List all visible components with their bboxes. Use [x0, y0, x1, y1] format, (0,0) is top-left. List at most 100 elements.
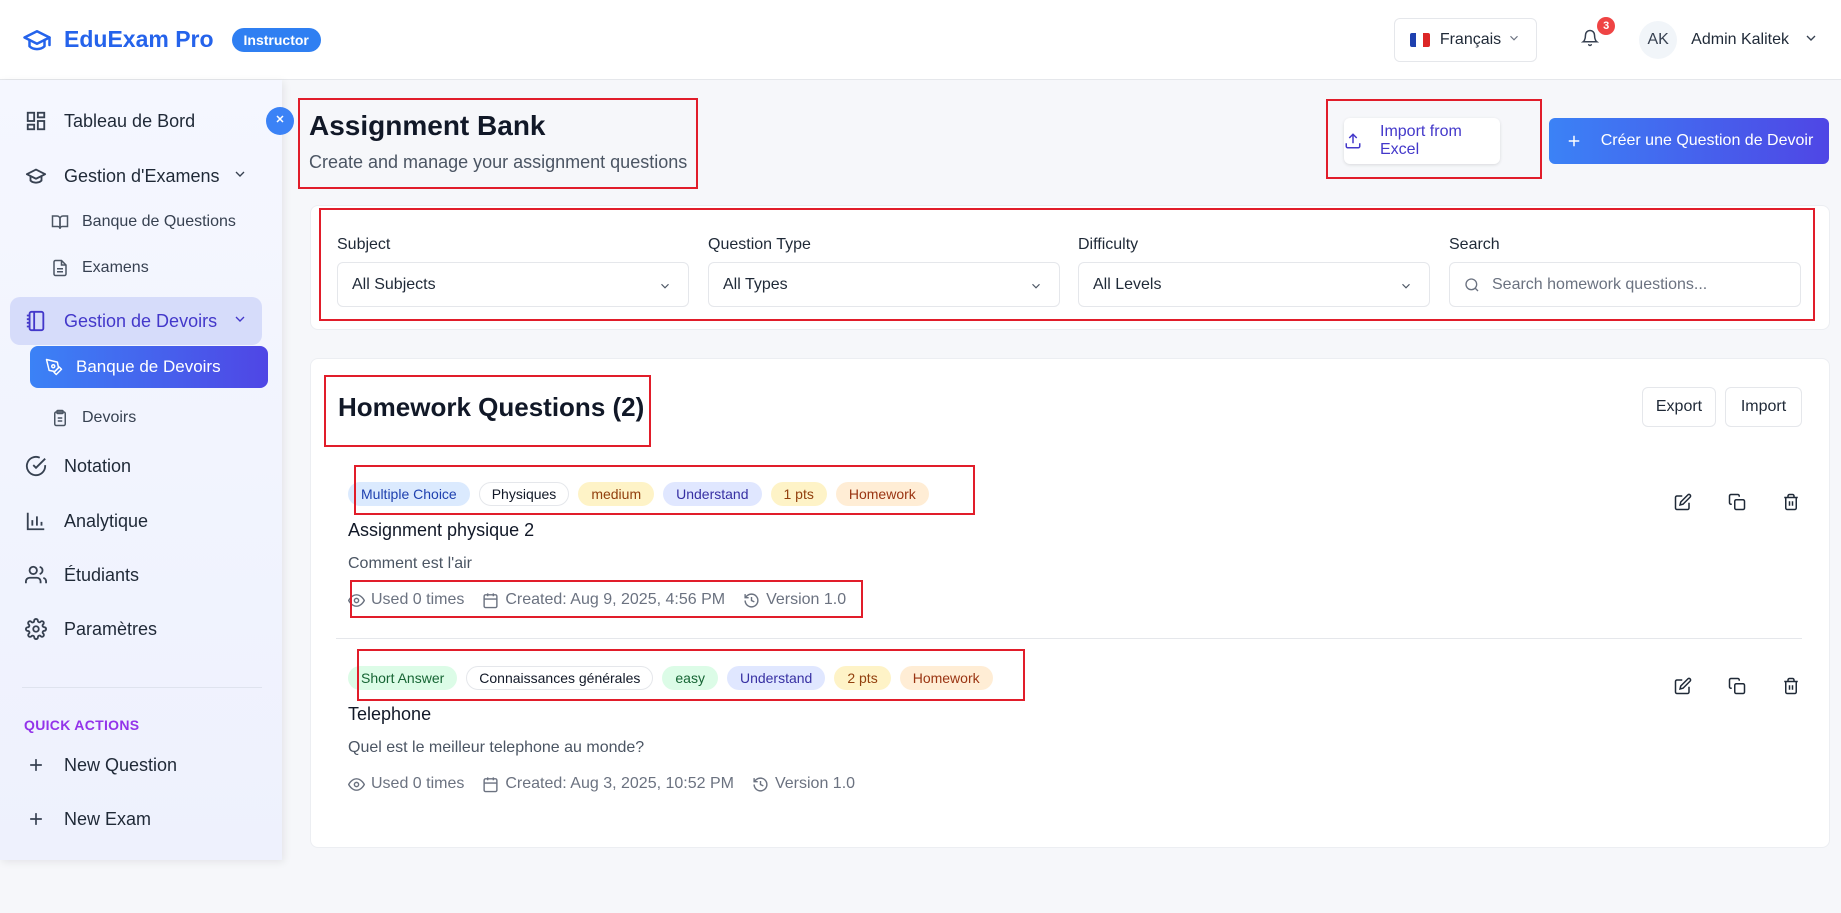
pen-tool-icon	[44, 357, 64, 377]
difficulty-badge: medium	[578, 482, 655, 506]
question-meta: Used 0 times Created: Aug 9, 2025, 4:56 …	[348, 591, 864, 609]
created-date: Created: Aug 3, 2025, 10:52 PM	[482, 775, 734, 793]
quick-action-new-exam[interactable]: New Exam	[10, 795, 262, 843]
quick-actions-title: QUICK ACTIONS	[24, 717, 140, 733]
brand[interactable]: EduExam Pro Instructor	[20, 25, 321, 55]
sidebar-item-homeworks[interactable]: Devoirs	[40, 399, 268, 437]
import-button[interactable]: Import	[1725, 387, 1802, 427]
sidebar-item-label: Gestion d'Examens	[64, 165, 220, 186]
edit-icon[interactable]	[1673, 492, 1693, 512]
divider	[336, 638, 1802, 639]
chevron-down-icon	[658, 279, 672, 298]
subject-badge: Connaissances générales	[466, 666, 654, 690]
quick-action-new-question[interactable]: New Question	[10, 741, 262, 789]
graduation-cap-icon	[24, 164, 48, 188]
avatar[interactable]: AK	[1639, 21, 1678, 59]
sidebar-item-dashboard[interactable]: Tableau de Bord	[10, 97, 262, 145]
sidebar: Tableau de Bord Gestion d'Examens Banque…	[0, 80, 282, 860]
top-bar: EduExam Pro Instructor Français 3 AK Adm…	[0, 0, 1841, 80]
chevron-down-icon	[1029, 279, 1043, 298]
search-filter: Search Search homework questions...	[1449, 236, 1801, 307]
usage-count: Used 0 times	[348, 591, 464, 609]
eye-icon	[348, 592, 365, 609]
sidebar-item-label: Notation	[64, 455, 132, 476]
sidebar-item-students[interactable]: Étudiants	[10, 551, 262, 599]
trash-icon[interactable]	[1781, 492, 1801, 512]
usage-count: Used 0 times	[348, 775, 464, 793]
difficulty-select-value: All Levels	[1093, 275, 1162, 293]
page-title: Assignment Bank	[309, 110, 546, 141]
dashboard-icon	[24, 109, 48, 133]
users-icon	[24, 563, 48, 587]
trash-icon[interactable]	[1781, 676, 1801, 696]
subject-badge: Physiques	[478, 482, 570, 506]
chevron-down-icon	[1399, 279, 1413, 298]
question-description: Comment est l'air	[348, 555, 472, 572]
chevron-down-icon[interactable]	[1803, 30, 1819, 51]
notifications-button[interactable]: 3	[1575, 17, 1616, 55]
app-name: EduExam Pro	[64, 26, 214, 52]
question-description: Quel est le meilleur telephone au monde?	[348, 739, 645, 756]
eye-icon	[348, 776, 365, 793]
search-placeholder: Search homework questions...	[1492, 275, 1708, 293]
version: Version 1.0	[743, 591, 846, 609]
version: Version 1.0	[752, 775, 855, 793]
bell-icon	[1580, 29, 1600, 52]
graduation-cap-logo-icon	[20, 25, 54, 55]
question-actions	[1673, 676, 1801, 696]
sidebar-item-homework-management[interactable]: Gestion de Devoirs	[10, 297, 262, 345]
quick-action-label: New Exam	[64, 808, 152, 829]
sidebar-item-analytics[interactable]: Analytique	[10, 497, 262, 545]
sidebar-item-label: Tableau de Bord	[64, 110, 196, 131]
sidebar-item-label: Gestion de Devoirs	[64, 310, 218, 331]
chevron-down-icon	[232, 311, 248, 332]
category-badge: Homework	[899, 666, 993, 690]
question-title[interactable]: Assignment physique 2	[348, 520, 534, 541]
notification-count: 3	[1597, 17, 1616, 35]
difficulty-select[interactable]: All Levels	[1078, 262, 1430, 307]
page-subtitle: Create and manage your assignment questi…	[309, 152, 688, 172]
settings-icon	[24, 617, 48, 641]
subject-select[interactable]: All Subjects	[337, 262, 689, 307]
file-text-icon	[50, 258, 70, 278]
question-meta: Used 0 times Created: Aug 3, 2025, 10:52…	[348, 775, 873, 793]
duplicate-icon[interactable]	[1727, 676, 1747, 696]
language-selector[interactable]: Français	[1393, 18, 1538, 62]
cognitive-level-badge: Understand	[663, 482, 762, 506]
type-badge: Short Answer	[348, 666, 458, 690]
difficulty-filter-label: Difficulty	[1078, 236, 1139, 253]
create-homework-question-button[interactable]: Créer une Question de Devoir	[1549, 118, 1829, 164]
history-icon	[743, 592, 760, 609]
difficulty-filter: Difficulty All Levels	[1078, 236, 1430, 307]
search-input[interactable]: Search homework questions...	[1449, 262, 1801, 307]
sidebar-item-label: Examens	[82, 259, 149, 276]
question-type-select[interactable]: All Types	[708, 262, 1060, 307]
type-badge: Multiple Choice	[348, 482, 470, 506]
subject-filter: Subject All Subjects	[337, 236, 689, 307]
difficulty-badge: easy	[662, 666, 718, 690]
sidebar-collapse-button[interactable]	[266, 107, 294, 135]
list-title: Homework Questions (2)	[338, 392, 645, 422]
sidebar-item-homework-bank[interactable]: Banque de Devoirs	[30, 346, 268, 388]
duplicate-icon[interactable]	[1727, 492, 1747, 512]
import-from-excel-button[interactable]: Import from Excel	[1344, 118, 1500, 164]
plus-icon	[1565, 132, 1583, 150]
export-button[interactable]: Export	[1642, 387, 1716, 427]
search-icon	[1464, 277, 1480, 293]
edit-icon[interactable]	[1673, 676, 1693, 696]
sidebar-item-exams[interactable]: Examens	[40, 249, 268, 287]
plus-icon	[24, 753, 48, 777]
sidebar-item-settings[interactable]: Paramètres	[10, 605, 262, 653]
question-title[interactable]: Telephone	[348, 704, 431, 725]
sidebar-item-question-bank[interactable]: Banque de Questions	[40, 203, 268, 241]
france-flag-icon	[1409, 33, 1430, 47]
chevron-down-icon	[232, 166, 248, 187]
user-name[interactable]: Admin Kalitek	[1691, 31, 1789, 49]
clipboard-icon	[50, 408, 70, 428]
sidebar-item-exam-management[interactable]: Gestion d'Examens	[10, 152, 262, 200]
calendar-icon	[482, 776, 499, 793]
sidebar-item-grading[interactable]: Notation	[10, 442, 262, 490]
sidebar-item-label: Étudiants	[64, 564, 140, 585]
question-tags: Short Answer Connaissances générales eas…	[348, 666, 993, 690]
points-badge: 2 pts	[834, 666, 891, 690]
